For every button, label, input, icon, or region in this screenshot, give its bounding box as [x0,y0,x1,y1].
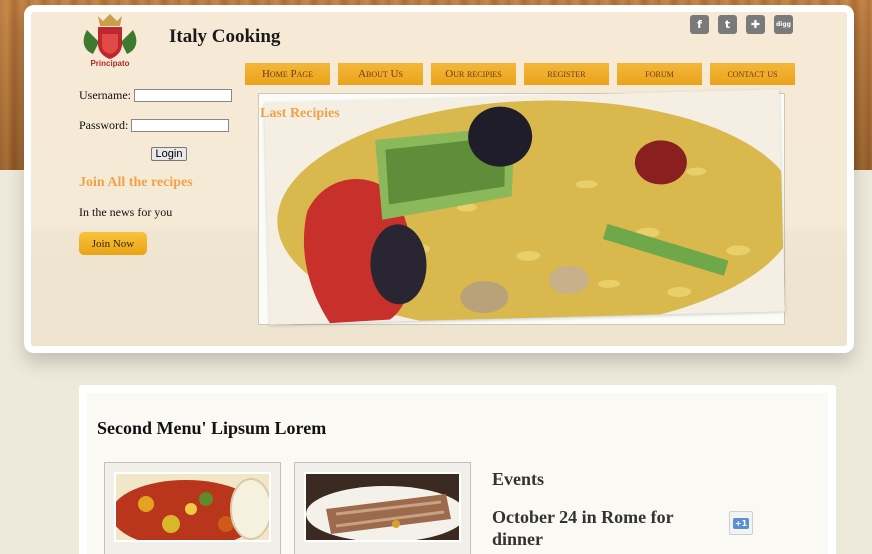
risotto-photo [264,89,798,331]
logo-text: Principato [90,59,129,68]
vegetable-dish-image [114,472,271,542]
digg-icon[interactable]: digg [774,15,793,34]
meat-dish-image [304,472,461,542]
section-title: Second Menu' Lipsum Lorem [97,418,327,438]
news-text: In the news for you [79,205,173,219]
join-heading: Join All the recipes [79,175,193,190]
login-button[interactable]: Login [151,147,187,161]
username-label: Username: [79,87,131,102]
slider-caption: Last Recipies [260,106,340,121]
events-heading: Events [492,469,545,489]
nav-item-recipes[interactable]: Our recipies [431,63,516,85]
plus-one-icon: +1 [732,517,750,529]
social-links: f t ✚ digg [690,15,793,34]
main-navigation: Home Page About Us Our recipies register… [245,63,803,85]
password-input[interactable] [131,118,230,132]
nav-item-register[interactable]: register [524,63,609,85]
myspace-icon[interactable]: ✚ [746,15,765,34]
nav-item-forum[interactable]: forum [617,63,702,85]
join-now-button[interactable]: Join Now [79,232,147,255]
recipe-thumbnail[interactable] [104,462,281,554]
facebook-icon[interactable]: f [690,15,709,34]
nav-item-about[interactable]: About Us [338,63,423,85]
password-label: Password: [79,117,129,132]
username-input[interactable] [133,88,232,102]
twitter-icon[interactable]: t [718,15,737,34]
site-title: Italy Cooking [169,26,281,47]
nav-item-home[interactable]: Home Page [245,63,330,85]
nav-item-contact[interactable]: contact us [710,63,795,85]
featured-recipe-slider[interactable] [258,89,798,331]
site-logo[interactable]: Principato [79,12,141,68]
google-plus-one-button[interactable]: +1 [729,511,753,535]
event-title[interactable]: October 24 in Rome for dinner [492,506,702,550]
login-form: Username: Password: [79,86,232,146]
recipe-thumbnail[interactable] [294,462,471,554]
